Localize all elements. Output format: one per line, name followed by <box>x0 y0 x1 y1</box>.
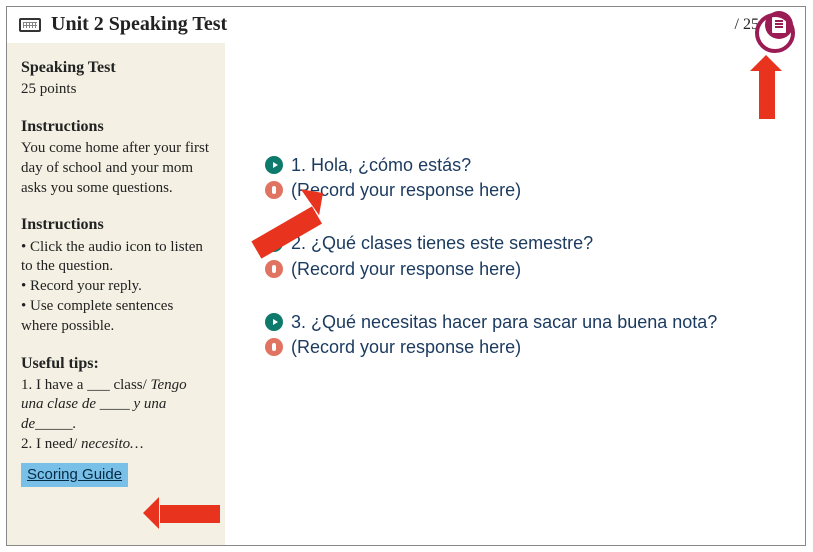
app-frame: Unit 2 Speaking Test / 25 Speaking Test … <box>6 6 806 546</box>
instructions-body-1: You come home after your first day of sc… <box>21 139 211 198</box>
body: Speaking Test 25 points Instructions You… <box>7 43 805 545</box>
question-text: 2. ¿Qué clases tienes este semestre? <box>291 231 765 256</box>
test-points: 25 points <box>21 80 211 100</box>
question-number: 1. <box>291 155 306 175</box>
instructions-heading-1: Instructions <box>21 116 211 137</box>
question-prompt: ¿Qué clases tienes este semestre? <box>311 233 593 253</box>
tip-line: 2. I need/ necesito… <box>21 435 211 455</box>
microphone-icon[interactable] <box>265 260 283 278</box>
document-icon <box>772 17 786 33</box>
question-block: 3. ¿Qué necesitas hacer para sacar una b… <box>265 310 765 360</box>
record-placeholder: (Record your response here) <box>291 178 765 203</box>
microphone-icon[interactable] <box>265 338 283 356</box>
record-placeholder: (Record your response here) <box>291 335 765 360</box>
question-text: 3. ¿Qué necesitas hacer para sacar una b… <box>291 310 765 335</box>
tip-text-italic: necesito… <box>81 436 143 452</box>
microphone-icon[interactable] <box>265 181 283 199</box>
instructions-item: • Record your reply. <box>21 277 211 297</box>
keyboard-icon <box>19 18 41 32</box>
main-panel: 1. Hola, ¿cómo estás? (Record your respo… <box>225 43 805 545</box>
test-title: Speaking Test <box>21 57 211 78</box>
tip-text: 2. I need/ <box>21 436 81 452</box>
record-placeholder: (Record your response here) <box>291 257 765 282</box>
question-block: 1. Hola, ¿cómo estás? (Record your respo… <box>265 153 765 203</box>
page-title: Unit 2 Speaking Test <box>51 13 735 36</box>
scoring-guide-link[interactable]: Scoring Guide <box>21 463 128 487</box>
question-prompt: ¿Qué necesitas hacer para sacar una buen… <box>311 312 717 332</box>
page-count: / 25 <box>735 16 759 34</box>
tip-text: 1. I have a ___ class/ <box>21 377 147 393</box>
tip-line: 1. I have a ___ class/ Tengo una clase d… <box>21 376 211 435</box>
instructions-item: • Click the audio icon to listen to the … <box>21 238 211 278</box>
question-block: 2. ¿Qué clases tienes este semestre? (Re… <box>265 231 765 281</box>
document-button[interactable] <box>765 11 793 39</box>
tips-heading: Useful tips: <box>21 353 211 374</box>
header-bar: Unit 2 Speaking Test / 25 <box>7 7 805 43</box>
audio-icon[interactable] <box>265 234 283 252</box>
question-text: 1. Hola, ¿cómo estás? <box>291 153 765 178</box>
sidebar: Speaking Test 25 points Instructions You… <box>7 43 225 545</box>
question-prompt: Hola, ¿cómo estás? <box>311 155 471 175</box>
instructions-heading-2: Instructions <box>21 214 211 235</box>
audio-icon[interactable] <box>265 313 283 331</box>
question-number: 2. <box>291 233 306 253</box>
question-number: 3. <box>291 312 306 332</box>
audio-icon[interactable] <box>265 156 283 174</box>
instructions-item: • Use complete sentences where possible. <box>21 297 211 337</box>
